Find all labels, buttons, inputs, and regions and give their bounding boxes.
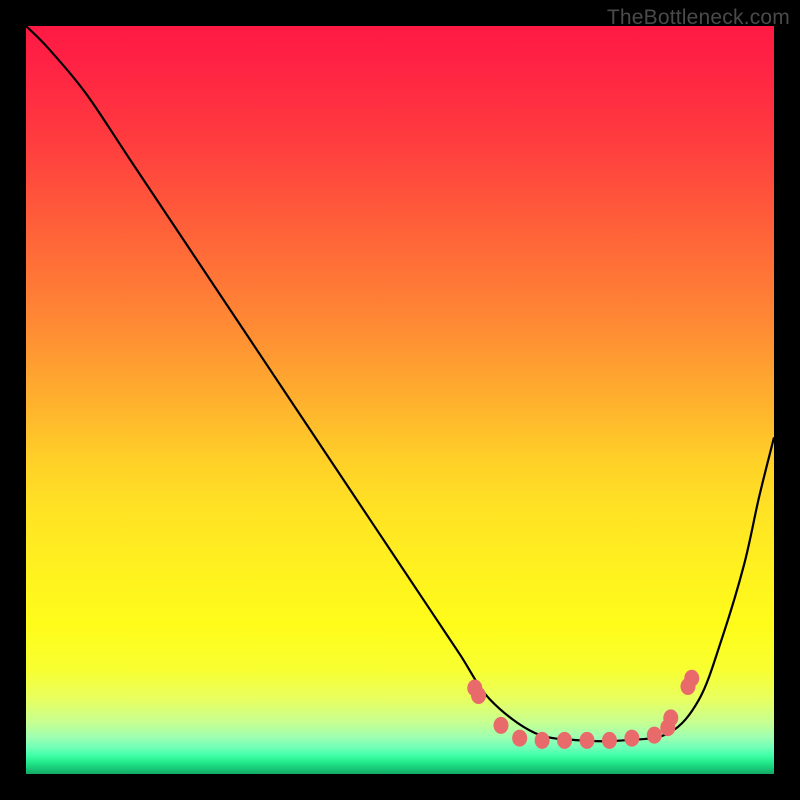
trough-marker bbox=[684, 670, 699, 687]
trough-marker bbox=[471, 687, 486, 704]
trough-marker bbox=[663, 709, 678, 726]
bottleneck-curve bbox=[26, 26, 774, 741]
trough-marker bbox=[624, 730, 639, 747]
trough-marker bbox=[557, 732, 572, 749]
trough-marker bbox=[580, 732, 595, 749]
marker-group bbox=[467, 670, 699, 749]
bottleneck-curve-chart: TheBottleneck.com bbox=[0, 0, 800, 800]
plot-area bbox=[26, 26, 774, 774]
trough-marker bbox=[602, 732, 617, 749]
trough-marker bbox=[512, 730, 527, 747]
trough-marker bbox=[493, 717, 508, 734]
trough-marker bbox=[535, 732, 550, 749]
trough-marker bbox=[647, 727, 662, 744]
curve-layer bbox=[26, 26, 774, 774]
